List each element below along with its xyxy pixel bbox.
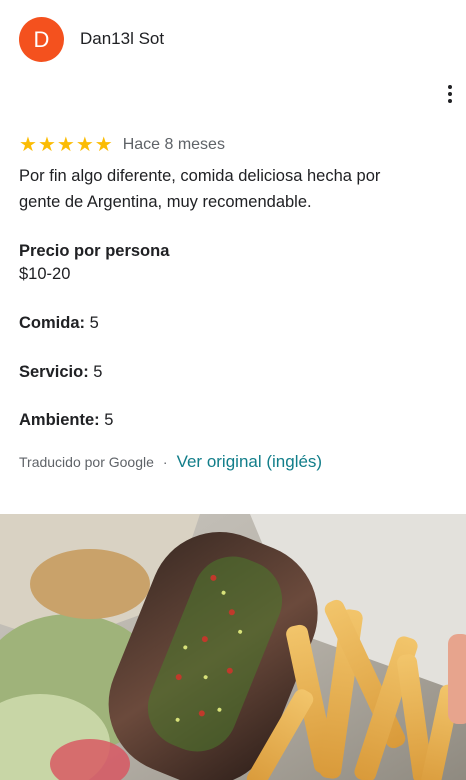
service-label: Servicio: [19,363,89,381]
star-icon: ★ [56,134,75,156]
avatar[interactable]: D [19,17,64,62]
price-label: Precio por persona [19,242,170,260]
service-rating: Servicio: 5 [19,363,102,382]
food-value: 5 [89,314,99,332]
review-header: D Dan13l Sot [0,0,466,80]
star-icon: ★ [94,134,113,156]
ambience-value: 5 [104,411,114,429]
food-photo-icon [0,514,466,780]
star-rating: ★ ★ ★ ★ ★ [19,135,113,155]
food-label: Comida: [19,314,85,332]
star-icon: ★ [37,134,56,156]
author-name[interactable]: Dan13l Sot [80,29,164,49]
ambience-rating: Ambiente: 5 [19,411,113,430]
rating-row: ★ ★ ★ ★ ★ Hace 8 meses [19,133,225,157]
review-text: Por fin algo diferente, comida deliciosa… [19,163,439,215]
see-original-link[interactable]: Ver original (inglés) [177,452,323,472]
service-value: 5 [93,363,103,381]
translated-by-label: Traducido por Google [19,454,154,470]
price-value: $10-20 [19,265,71,283]
review-text-line: gente de Argentina, muy recomendable. [19,193,312,211]
more-options-icon[interactable] [440,82,460,106]
review-text-line: Por fin algo diferente, comida deliciosa… [19,167,381,185]
price-section: Precio por persona $10-20 [19,241,169,287]
review-date: Hace 8 meses [122,136,225,153]
star-icon: ★ [75,134,94,156]
food-rating: Comida: 5 [19,314,99,333]
ambience-label: Ambiente: [19,411,100,429]
review-photo[interactable] [0,514,466,780]
star-icon: ★ [19,134,37,156]
separator-dot: · [162,454,168,470]
translation-row: Traducido por Google · Ver original (ing… [19,452,322,472]
